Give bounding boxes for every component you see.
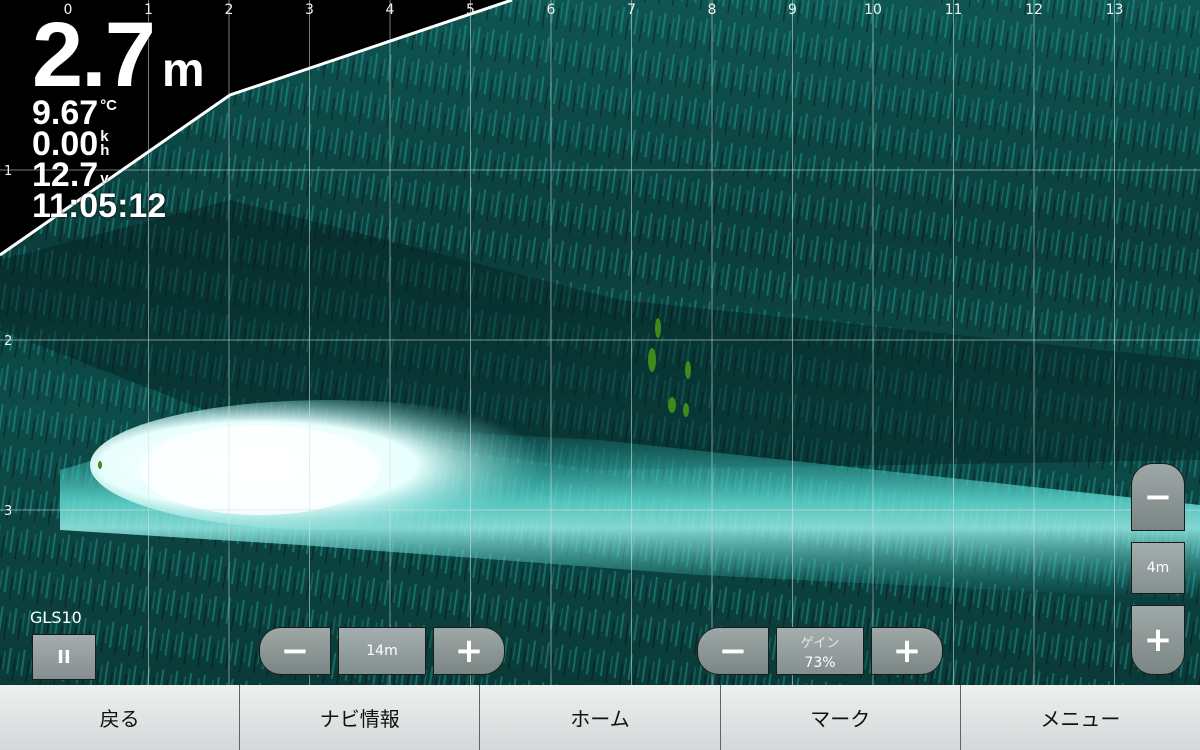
x-axis-tick-label: 11: [944, 2, 963, 18]
plus-icon: +: [454, 631, 484, 671]
x-axis-tick-label: 6: [546, 2, 556, 18]
x-axis-tick-label: 2: [224, 2, 234, 18]
range-minus-button[interactable]: −: [259, 627, 331, 675]
speed-unit: k h: [100, 128, 110, 159]
depth-value: 2.7: [32, 4, 156, 106]
time-value: 11:05:12: [32, 187, 167, 225]
gain-minus-button[interactable]: −: [697, 627, 769, 675]
time-readout: 11:05:12: [32, 187, 205, 225]
plus-icon: +: [892, 631, 922, 671]
zoom-out-button[interactable]: −: [1131, 463, 1185, 531]
y-axis-tick-label: 3: [4, 504, 13, 519]
x-axis-tick-label: 7: [627, 2, 636, 18]
x-axis-tick-label: 10: [864, 2, 882, 18]
x-axis-tick-label: 5: [466, 2, 475, 18]
range-plus-button[interactable]: +: [433, 627, 505, 675]
minus-icon: −: [1143, 477, 1173, 517]
mark-button[interactable]: マーク: [720, 685, 960, 750]
x-axis-tick-label: 3: [305, 2, 314, 18]
zoom-value[interactable]: 4m: [1131, 542, 1185, 594]
x-axis-tick-label: 9: [788, 2, 797, 18]
x-axis-tick-label: 8: [707, 2, 717, 18]
data-readout: 2.7 m 9.67 °C 0.00 k h 12.7 v 11:05:12: [32, 4, 205, 225]
y-axis-tick-label: 1: [4, 164, 13, 179]
range-value-label: 14m: [366, 643, 398, 659]
voltage-unit: v: [100, 170, 109, 187]
source-label: GLS10: [30, 608, 82, 627]
home-button[interactable]: ホーム: [480, 685, 720, 750]
gain-value[interactable]: ゲイン 73%: [776, 627, 864, 675]
zoom-value-label: 4m: [1146, 560, 1170, 576]
depth-readout: 2.7 m: [32, 4, 205, 106]
water-temp-unit: °C: [100, 97, 118, 114]
pause-icon: II: [57, 646, 71, 668]
x-axis-tick-label: 4: [385, 2, 395, 18]
gain-value-label: 73%: [804, 654, 836, 671]
zoom-in-button[interactable]: +: [1131, 605, 1185, 675]
bottom-bar: 戻る ナビ情報 ホーム マーク メニュー: [0, 685, 1200, 750]
range-value[interactable]: 14m: [338, 627, 426, 675]
x-axis-tick-label: 13: [1105, 2, 1124, 18]
menu-button[interactable]: メニュー: [960, 685, 1200, 750]
gain-label: ゲイン: [800, 635, 840, 651]
voltage-readout: 12.7 v: [32, 158, 205, 192]
x-axis-tick-label: 12: [1025, 2, 1043, 18]
minus-icon: −: [280, 631, 310, 671]
depth-unit: m: [161, 44, 205, 97]
pause-button[interactable]: II: [32, 634, 96, 680]
y-axis-tick-label: 2: [4, 334, 13, 349]
speed-readout: 0.00 k h: [32, 127, 205, 161]
gain-plus-button[interactable]: +: [871, 627, 943, 675]
plus-icon: +: [1143, 620, 1173, 660]
navi-info-button[interactable]: ナビ情報: [240, 685, 480, 750]
back-button[interactable]: 戻る: [0, 685, 240, 750]
minus-icon: −: [718, 631, 748, 671]
